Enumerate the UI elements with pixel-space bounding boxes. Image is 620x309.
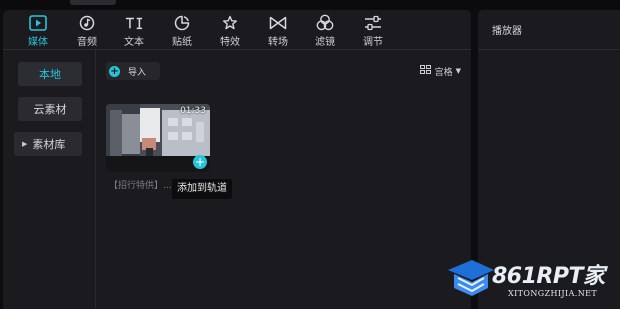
adjust-icon	[364, 14, 382, 31]
effects-icon	[221, 14, 239, 31]
tab-media[interactable]: 媒体	[18, 12, 58, 48]
asset-toolbar: 媒体 音频 文本 贴纸 特效 转场 滤镜 调节	[3, 10, 471, 50]
tab-media-label: 媒体	[28, 37, 48, 48]
tab-text[interactable]: 文本	[114, 12, 154, 48]
sidebar-item-library[interactable]: ▶ 素材库	[14, 132, 82, 156]
tab-transition-label: 转场	[268, 37, 288, 48]
import-button[interactable]: + 导入	[106, 62, 160, 80]
chevron-down-icon: ▼	[455, 67, 461, 75]
site-watermark: 861RPT家 XITONGZHIJIA.NET	[446, 258, 616, 304]
grid-view-icon	[419, 65, 431, 77]
watermark-brand: 861RPT家	[492, 264, 605, 289]
window-drag-handle[interactable]	[70, 0, 116, 5]
watermark-logo-icon	[448, 260, 494, 296]
tab-audio[interactable]: 音频	[67, 12, 107, 48]
clip-duration: 01:33	[180, 106, 206, 116]
transition-icon	[269, 14, 287, 31]
tab-text-label: 文本	[124, 37, 144, 48]
media-panel: 媒体 音频 文本 贴纸 特效 转场 滤镜 调节 本地 云素材 ▶ 素材库 + 导…	[3, 10, 471, 309]
media-source-sidebar: 本地 云素材 ▶ 素材库	[3, 50, 96, 309]
media-content: + 导入 宫格 ▼ 01:33 + 【招行特供】... 添加到轨道	[96, 50, 471, 309]
view-mode-dropdown[interactable]: 宫格 ▼	[419, 64, 461, 78]
sidebar-item-cloud[interactable]: 云素材	[18, 97, 82, 121]
sticker-icon	[173, 14, 191, 31]
watermark-site: XITONGZHIJIA.NET	[508, 289, 598, 298]
tab-effects[interactable]: 特效	[210, 12, 250, 48]
import-label: 导入	[128, 67, 147, 78]
tab-audio-label: 音频	[77, 37, 97, 48]
sidebar-item-label: 云素材	[33, 103, 67, 116]
tab-transition[interactable]: 转场	[258, 12, 298, 48]
tab-filter-label: 滤镜	[315, 37, 335, 48]
expand-arrow-icon[interactable]: ▶	[22, 140, 27, 148]
tab-adjust-label: 调节	[363, 37, 383, 48]
tab-sticker[interactable]: 贴纸	[162, 12, 202, 48]
plus-icon: +	[109, 65, 120, 77]
add-to-track-button[interactable]: +	[193, 155, 207, 169]
window-top-strip	[0, 0, 620, 9]
filter-icon	[316, 14, 334, 31]
view-mode-label: 宫格	[434, 67, 453, 78]
sidebar-item-local[interactable]: 本地	[18, 62, 82, 86]
clip-name: 【招行特供】...	[109, 181, 172, 191]
add-to-track-tooltip: 添加到轨道	[172, 179, 232, 199]
tab-filter[interactable]: 滤镜	[305, 12, 345, 48]
player-title: 播放器	[478, 10, 620, 50]
media-clip-thumbnail[interactable]: 01:33 +	[106, 104, 210, 172]
tab-adjust[interactable]: 调节	[353, 12, 393, 48]
sidebar-item-label: 本地	[39, 68, 61, 81]
tab-effects-label: 特效	[220, 37, 240, 48]
sidebar-item-label: 素材库	[32, 138, 66, 151]
media-icon	[29, 14, 47, 31]
tab-sticker-label: 贴纸	[172, 37, 192, 48]
text-icon	[125, 14, 143, 31]
audio-icon	[78, 14, 96, 31]
